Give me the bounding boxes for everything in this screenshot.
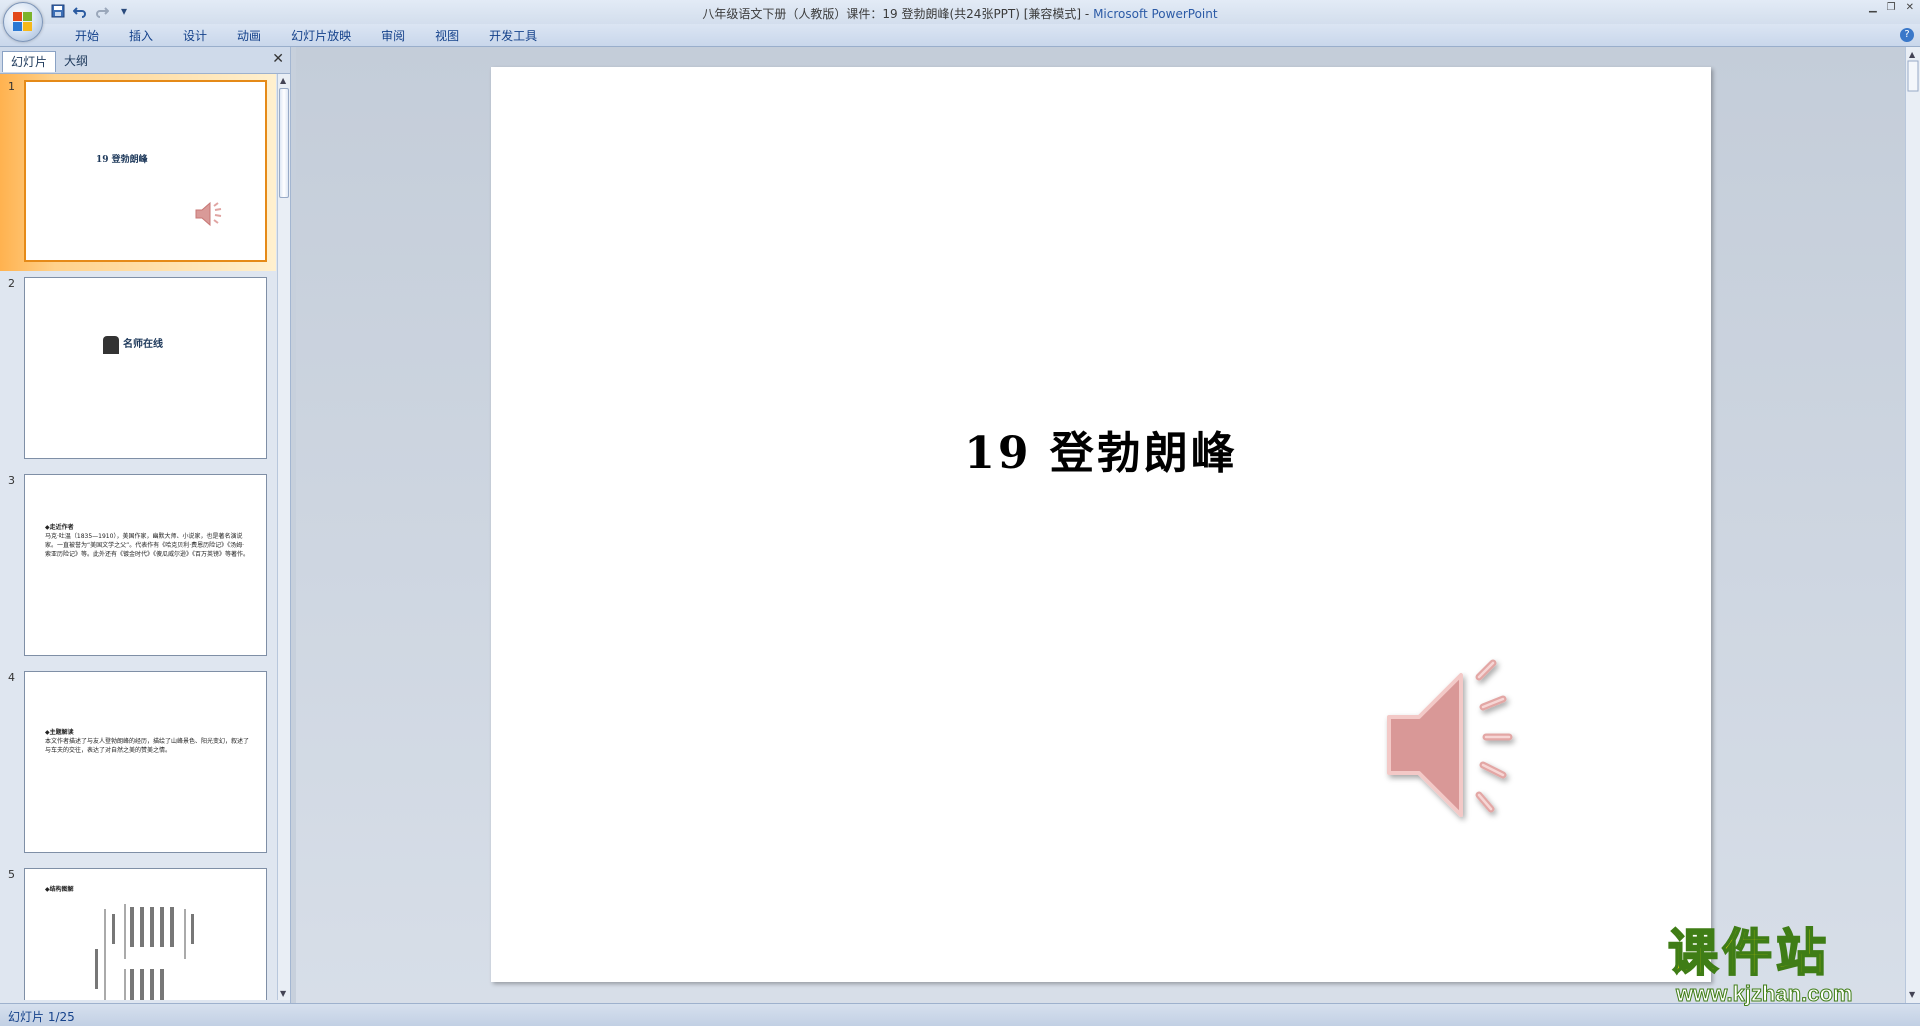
- slide-number: 1: [8, 80, 15, 93]
- slide-preview: ◆主题解读 本文作者描述了与友人登勃朗峰的经历，描绘了山峰景色、阳光变幻，叙述了…: [24, 671, 267, 853]
- slide-counter: 幻灯片 1/25: [8, 1010, 75, 1024]
- thumb-body: ◆结构图解: [45, 885, 250, 894]
- thumb-title-text: 名师在线: [123, 339, 163, 350]
- restore-icon[interactable]: ❐: [1887, 2, 1896, 13]
- slide-editing-area: 19 登勃朗峰: [296, 47, 1906, 1003]
- window-controls: ▁ ❐ ✕: [1869, 2, 1914, 13]
- ribbon: 开始 插入 设计 动画 幻灯片放映 审阅 视图 开发工具 ?: [0, 24, 1920, 47]
- speaker-icon[interactable]: [1371, 647, 1551, 837]
- ribbon-tabs: 开始 插入 设计 动画 幻灯片放映 审阅 视图 开发工具: [60, 28, 552, 44]
- slide-number: 5: [8, 868, 15, 881]
- help-icon[interactable]: ?: [1900, 28, 1914, 42]
- watermark-text: 课件站: [1667, 923, 1830, 982]
- tab-view[interactable]: 视图: [420, 28, 474, 44]
- panel-tabs: 幻灯片 大纲 ✕: [0, 47, 290, 74]
- title-bar: ▾ 八年级语文下册（人教版）课件：19 登勃朗峰(共24张PPT) [兼容模式]…: [0, 0, 1920, 42]
- slide-preview: 19 登勃朗峰: [24, 80, 267, 262]
- status-bar: 幻灯片 1/25: [0, 1003, 1920, 1026]
- slide-thumbnail[interactable]: 3 ◆走近作者 马克·吐温（1835—1910），美国作家，幽默大师、小说家，也…: [0, 468, 276, 665]
- close-icon[interactable]: ✕: [1906, 2, 1914, 13]
- scroll-down-icon[interactable]: ▼: [280, 989, 286, 998]
- slide-number: 2: [8, 277, 15, 290]
- panel-scrollbar[interactable]: ▲ ▼: [277, 74, 290, 1000]
- slide-number: 3: [8, 474, 15, 487]
- tab-home[interactable]: 开始: [60, 28, 114, 44]
- teacher-icon: [103, 335, 119, 354]
- office-button[interactable]: [3, 2, 43, 42]
- tab-insert[interactable]: 插入: [114, 28, 168, 44]
- thumb-text: 本文作者描述了与友人登勃朗峰的经历，描绘了山峰景色、阳光变幻，叙述了与车夫的交往…: [45, 738, 250, 754]
- thumb-heading: ◆走近作者: [45, 524, 74, 531]
- thumb-title: 19 登勃朗峰: [96, 155, 148, 165]
- tab-slides[interactable]: 幻灯片: [2, 51, 57, 72]
- slide-preview: ◆结构图解: [24, 868, 267, 1000]
- main-scrollbar-track: ▲ ▼: [1907, 50, 1919, 999]
- thumb-title: 名师在线: [103, 335, 163, 354]
- minimize-icon[interactable]: ▁: [1869, 2, 1877, 13]
- slide-number: 4: [8, 671, 15, 684]
- scroll-thumb[interactable]: [279, 88, 289, 198]
- scroll-up-icon[interactable]: ▲: [280, 76, 286, 85]
- tab-design[interactable]: 设计: [168, 28, 222, 44]
- window-title: 八年级语文下册（人教版）课件：19 登勃朗峰(共24张PPT) [兼容模式] -…: [0, 5, 1920, 22]
- slide-thumbnail[interactable]: 4 ◆主题解读 本文作者描述了与友人登勃朗峰的经历，描绘了山峰景色、阳光变幻，叙…: [0, 665, 276, 862]
- thumb-heading: ◆结构图解: [45, 886, 74, 893]
- watermark-url: www.kjzhan.com: [1676, 981, 1853, 1007]
- current-slide[interactable]: 19 登勃朗峰: [491, 67, 1711, 982]
- slide-thumbnails: 1 19 登勃朗峰 2 名师在线 3 ◆走近作者 马克·吐温（1835—1910…: [0, 74, 276, 1000]
- office-logo-icon: [13, 12, 33, 32]
- tab-developer[interactable]: 开发工具: [474, 28, 552, 44]
- main-scrollbar[interactable]: ▲ ▼: [1905, 47, 1920, 1003]
- slide-preview: ◆走近作者 马克·吐温（1835—1910），美国作家，幽默大师、小说家，也是著…: [24, 474, 267, 656]
- speaker-icon: [195, 201, 222, 227]
- watermark-logo: 课件站 www.kjzhan.com: [1667, 923, 1908, 1007]
- slide-preview: 名师在线: [24, 277, 267, 459]
- svg-text:▼: ▼: [1909, 990, 1916, 999]
- tab-slideshow[interactable]: 幻灯片放映: [276, 28, 366, 44]
- close-icon[interactable]: ✕: [272, 51, 284, 67]
- tab-review[interactable]: 审阅: [366, 28, 420, 44]
- thumb-text: 马克·吐温（1835—1910），美国作家，幽默大师、小说家，也是著名演说家。一…: [45, 533, 250, 558]
- slide-title[interactable]: 19 登勃朗峰: [491, 417, 1711, 481]
- slide-thumbnail[interactable]: 5 ◆结构图解: [0, 862, 276, 1000]
- document-title: 八年级语文下册（人教版）课件：19 登勃朗峰(共24张PPT) [兼容模式] -: [702, 7, 1094, 21]
- slides-panel: 幻灯片 大纲 ✕ 1 19 登勃朗峰 2 名师在线 3 ◆走近作者 马克·吐温（…: [0, 47, 291, 1003]
- slide-thumbnail[interactable]: 2 名师在线: [0, 271, 276, 468]
- tab-outline[interactable]: 大纲: [56, 51, 96, 71]
- thumb-heading: ◆主题解读: [45, 729, 74, 736]
- svg-text:▲: ▲: [1909, 50, 1916, 59]
- tab-animations[interactable]: 动画: [222, 28, 276, 44]
- app-name: Microsoft PowerPoint: [1093, 7, 1218, 21]
- thumb-body: ◆走近作者 马克·吐温（1835—1910），美国作家，幽默大师、小说家，也是著…: [45, 523, 250, 559]
- structure-diagram: [95, 904, 194, 1000]
- thumb-body: ◆主题解读 本文作者描述了与友人登勃朗峰的经历，描绘了山峰景色、阳光变幻，叙述了…: [45, 728, 250, 755]
- slide-thumbnail[interactable]: 1 19 登勃朗峰: [0, 74, 276, 271]
